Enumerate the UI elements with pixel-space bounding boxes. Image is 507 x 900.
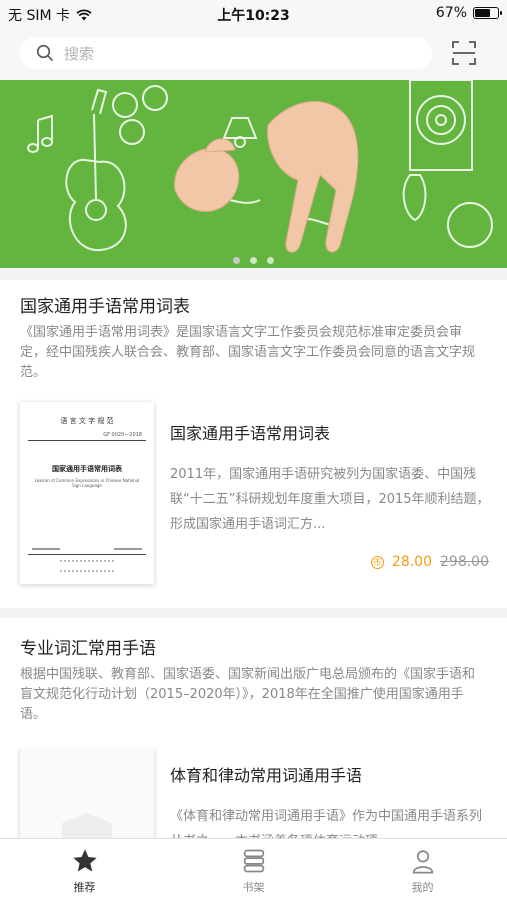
banner-dot[interactable] xyxy=(267,257,274,264)
tab-bar: 推荐 书架 我的 xyxy=(0,838,507,900)
status-bar: 无 SIM 卡 上午10:23 67% xyxy=(0,0,507,28)
tab-bookshelf[interactable]: 书架 xyxy=(169,839,338,900)
battery-percent: 67% xyxy=(435,5,467,21)
section-title: 国家通用手语常用词表 xyxy=(20,297,190,317)
book-card[interactable]: 语 言 文 字 规 范 GF 0020—2018 国家通用手语常用词表 Lexi… xyxy=(0,402,507,602)
book-card[interactable]: 体育和律动常用词通用手语 《体育和律动常用词通用手语》作为中国通用手语系列丛书之… xyxy=(0,748,507,838)
cover-placeholder-icon xyxy=(62,813,112,838)
book-price: 28.00 xyxy=(391,554,432,570)
bookshelf-icon xyxy=(243,849,264,873)
cover-subtitle: Lexicon of Common Expressions in Chinese… xyxy=(34,478,140,488)
user-icon xyxy=(412,850,433,874)
banner-illustration xyxy=(27,80,493,253)
section-divider xyxy=(0,608,507,618)
banner-pagination[interactable] xyxy=(0,257,507,264)
banner-dot[interactable] xyxy=(233,257,240,264)
book-original-price: 298.00 xyxy=(440,554,489,570)
tab-label: 推荐 xyxy=(73,881,96,894)
star-icon xyxy=(72,849,97,872)
section-header[interactable]: 专业词汇常用手语 根据中国残联、教育部、国家语委、国家新闻出版广电总局颁布的《国… xyxy=(0,634,507,725)
cover-rule xyxy=(28,554,146,555)
banner-dot[interactable] xyxy=(250,257,257,264)
section-divider xyxy=(0,268,507,280)
cover-rule xyxy=(28,440,146,441)
cover-line xyxy=(32,548,60,550)
banner-carousel[interactable] xyxy=(0,80,507,268)
status-time: 上午10:23 xyxy=(217,8,290,24)
coin-icon: 币 xyxy=(370,555,384,569)
tab-recommend[interactable]: 推荐 xyxy=(0,839,169,900)
book-description: 2011年，国家通用手语研究被列为国家语委、中国残联“十二五”科研规划年度重大项… xyxy=(170,467,490,532)
book-title: 国家通用手语常用词表 xyxy=(170,424,331,443)
book-title: 体育和律动常用词通用手语 xyxy=(170,766,363,785)
cover-header: 语 言 文 字 规 范 xyxy=(60,417,114,425)
battery-icon xyxy=(473,7,502,19)
book-cover[interactable]: 语 言 文 字 规 范 GF 0020—2018 国家通用手语常用词表 Lexi… xyxy=(20,402,154,584)
section-header[interactable]: 国家通用手语常用词表 《国家通用手语常用词表》是国家语言文字工作委员会规范标准审… xyxy=(0,292,507,383)
tab-profile[interactable]: 我的 xyxy=(338,839,507,900)
search-icon xyxy=(36,44,53,61)
book-cover[interactable] xyxy=(20,748,154,838)
book-description: 《体育和律动常用词通用手语》作为中国通用手语系列丛书之一，本书涵盖各项体育运动项 xyxy=(170,809,483,838)
search-placeholder: 搜索 xyxy=(64,44,95,63)
cover-code: GF 0020—2018 xyxy=(103,432,142,438)
section-description: 《国家通用手语常用词表》是国家语言文字工作委员会规范标准审定委员会审定，经中国残… xyxy=(20,325,476,380)
tab-label: 我的 xyxy=(411,881,434,894)
cover-publisher xyxy=(60,560,114,572)
tab-label: 书架 xyxy=(242,881,265,894)
cover-title: 国家通用手语常用词表 xyxy=(52,465,122,473)
scan-icon[interactable] xyxy=(451,40,477,66)
section-description: 根据中国残联、教育部、国家语委、国家新闻出版广电总局颁布的《国家手语和盲文规范化… xyxy=(20,667,476,722)
price-row: 币 28.00 298.00 xyxy=(370,554,489,570)
search-input[interactable]: 搜索 xyxy=(20,37,432,69)
section-title: 专业词汇常用手语 xyxy=(20,639,156,659)
cover-line xyxy=(114,548,142,550)
search-bar: 搜索 xyxy=(0,28,507,80)
